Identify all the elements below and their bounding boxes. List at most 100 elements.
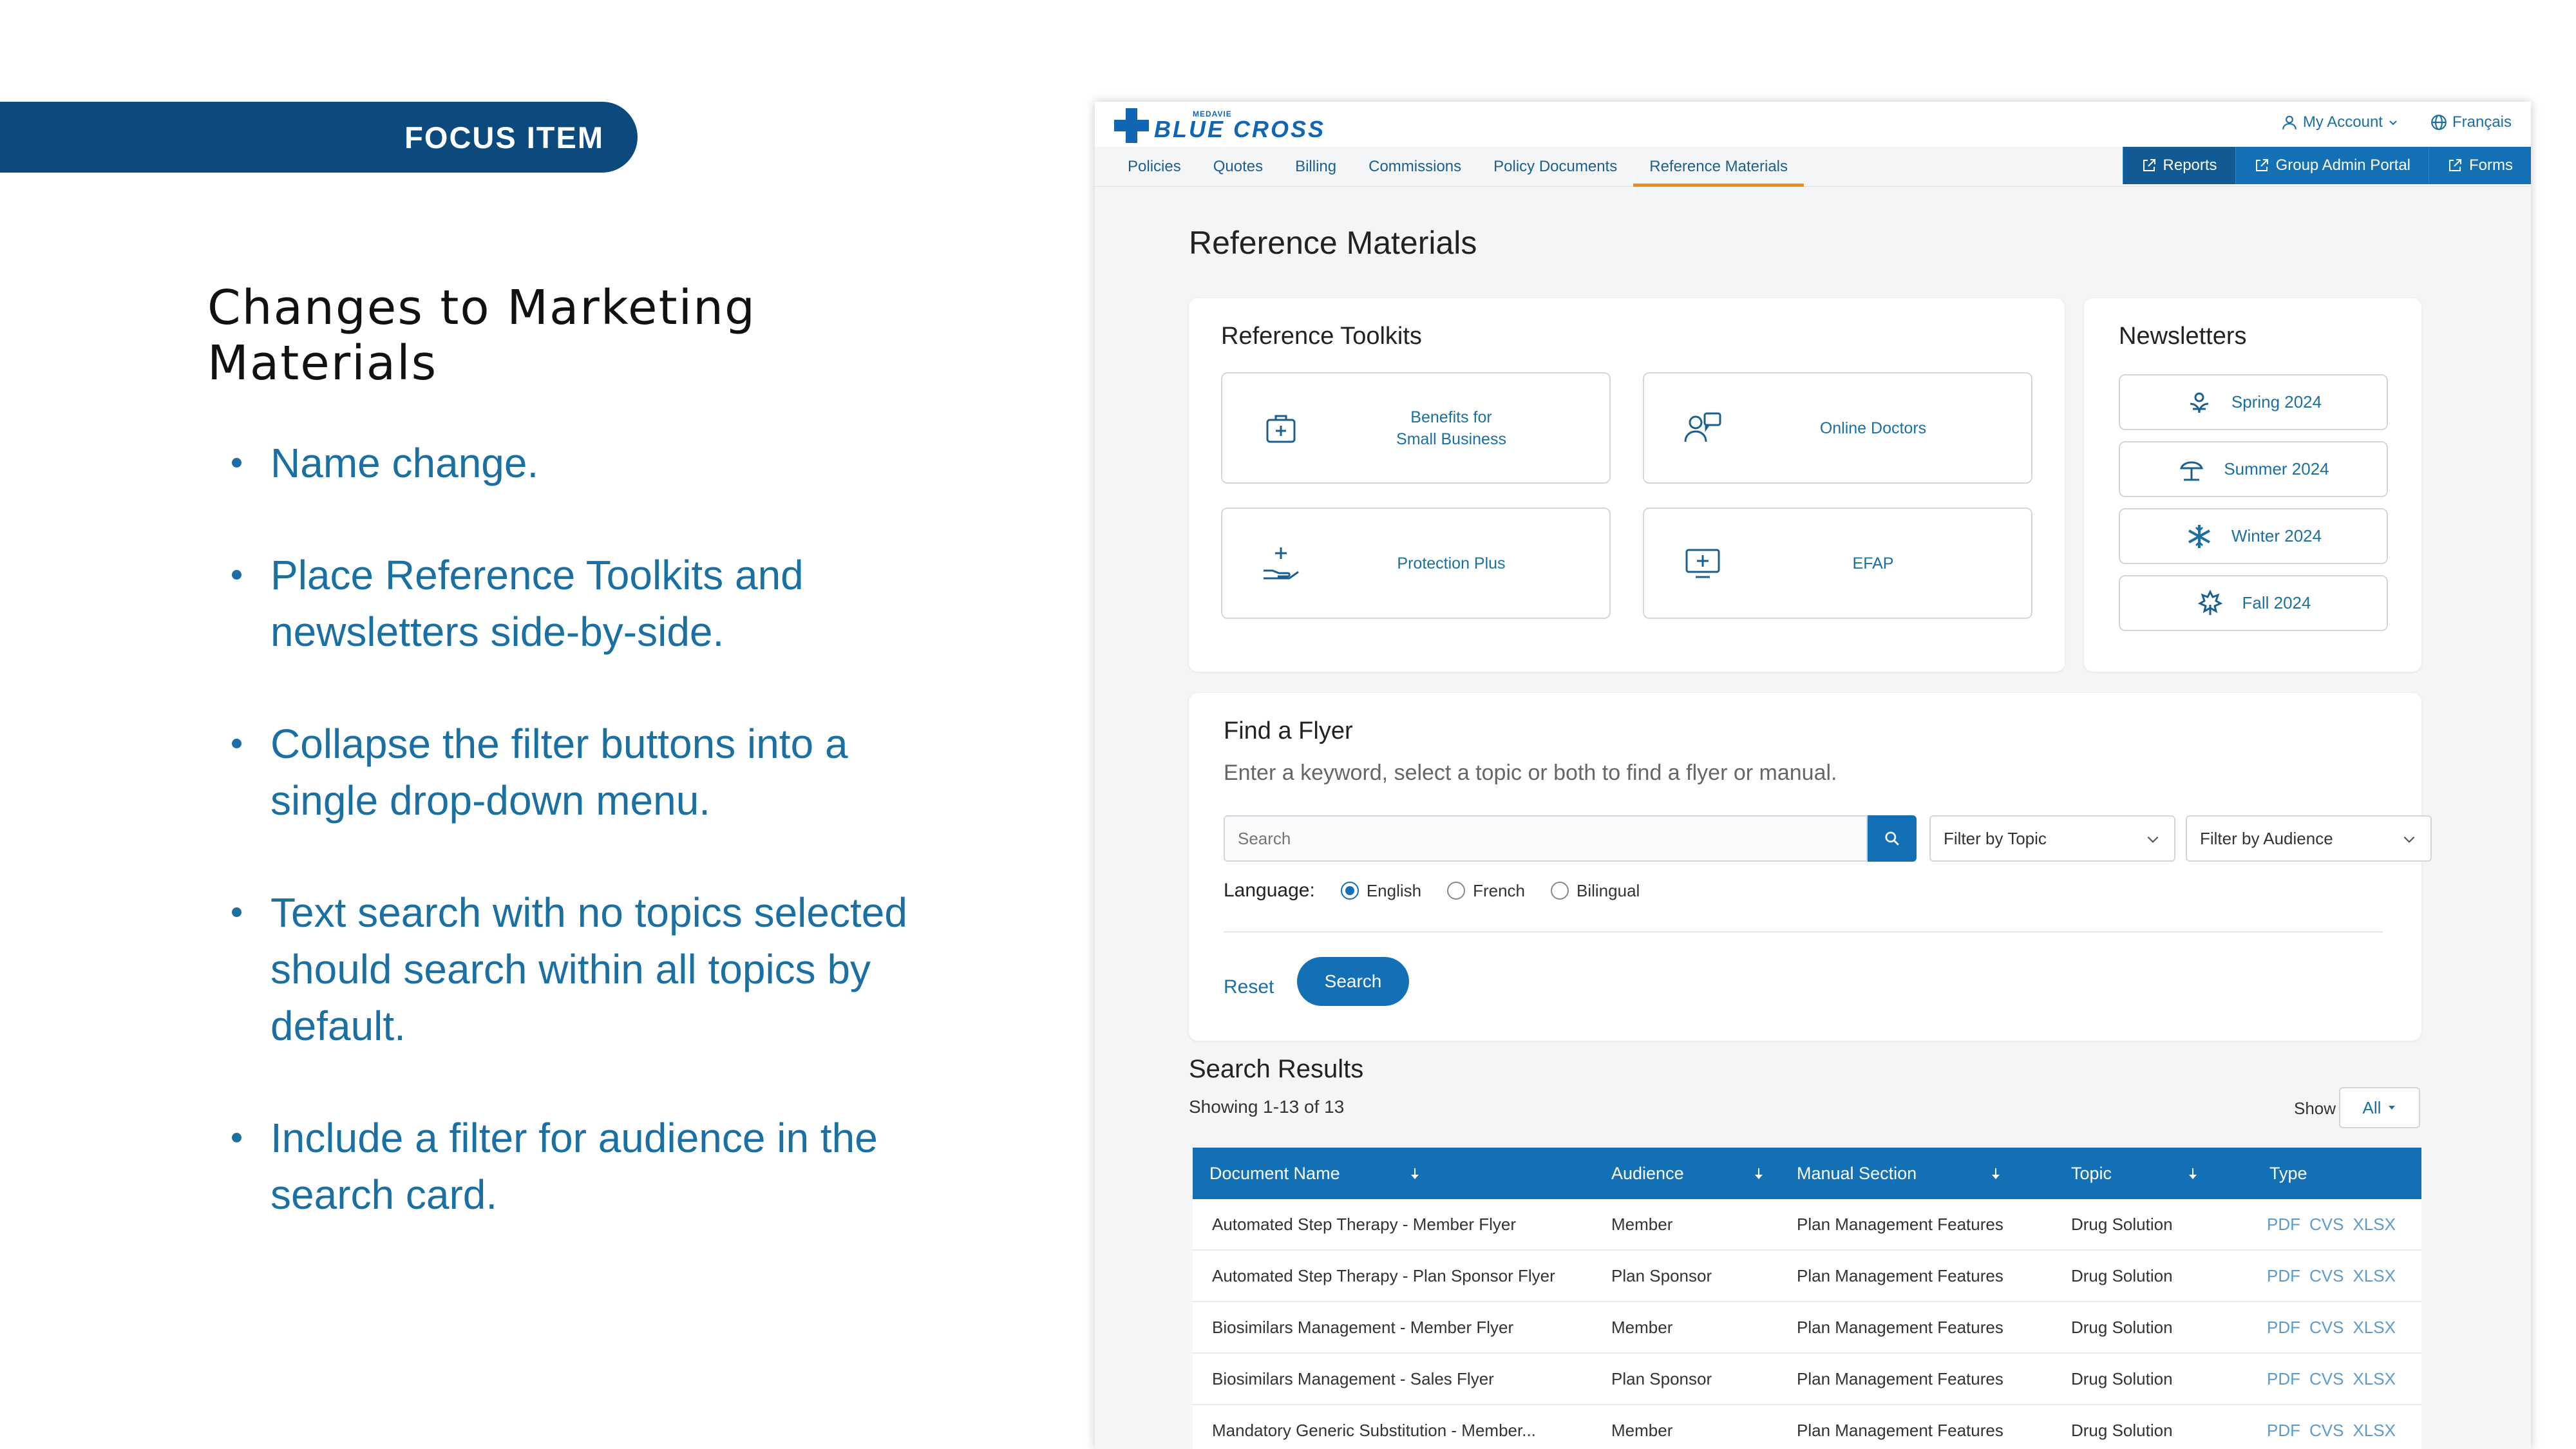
table-row[interactable]: Mandatory Generic Substitution - Member.… xyxy=(1193,1405,2421,1449)
first-aid-kit-icon xyxy=(1266,415,1296,442)
cell-manual-section: Plan Management Features xyxy=(1797,1421,2003,1440)
language-options: Language: English French Bilingual xyxy=(1224,880,1640,902)
nav-item-policies[interactable]: Policies xyxy=(1112,147,1197,187)
pdf-link[interactable]: PDF xyxy=(2267,1354,2300,1404)
table-row[interactable]: Automated Step Therapy - Plan Sponsor Fl… xyxy=(1193,1251,2421,1302)
forms-link[interactable]: Forms xyxy=(2429,147,2531,184)
toolkit-label-line: Benefits for xyxy=(1410,408,1492,426)
table-row[interactable]: Biosimilars Management - Member Flyer Me… xyxy=(1193,1302,2421,1354)
bullet-text: Collapse the filter buttons into a xyxy=(270,721,848,767)
monitor-cross-icon xyxy=(1685,549,1720,578)
cell-document-name: Automated Step Therapy - Member Flyer xyxy=(1212,1215,1517,1234)
external-link-icon xyxy=(2255,159,2268,171)
flyer-search-input[interactable] xyxy=(1224,815,1868,862)
reset-link[interactable]: Reset xyxy=(1224,976,1274,998)
search-icon-button[interactable] xyxy=(1868,815,1917,862)
cell-document-name: Biosimilars Management - Sales Flyer xyxy=(1212,1369,1494,1388)
language-radio-english[interactable]: English xyxy=(1340,880,1422,901)
external-links: Reports Group Admin Portal Forms xyxy=(2122,147,2531,184)
filter-by-topic-select[interactable]: Filter by Topic xyxy=(1929,815,2175,862)
pdf-link[interactable]: PDF xyxy=(2267,1302,2300,1352)
language-label: Language: xyxy=(1224,880,1315,901)
xlsx-link[interactable]: XLSX xyxy=(2353,1302,2396,1352)
cvs-link[interactable]: CVS xyxy=(2309,1251,2344,1301)
slide-title-line: Changes to Marketing xyxy=(207,280,757,336)
newsletter-label: Spring 2024 xyxy=(2231,392,2322,412)
group-admin-portal-link[interactable]: Group Admin Portal xyxy=(2235,147,2429,184)
column-header-manual-section[interactable]: Manual Section xyxy=(1797,1148,2016,1199)
slide-title-line: Materials xyxy=(207,336,438,391)
show-count-value: All xyxy=(2362,1097,2382,1117)
sort-icon xyxy=(1755,1168,1763,1179)
bullet-text: Text search with no topics selected xyxy=(270,889,907,936)
radio-label: English xyxy=(1366,880,1422,900)
cell-topic: Drug Solution xyxy=(2071,1215,2173,1234)
filter-topic-value: Filter by Topic xyxy=(1944,829,2047,848)
language-radio-bilingual[interactable]: Bilingual xyxy=(1551,881,1640,901)
bullet-dot-icon xyxy=(232,570,242,580)
logo-main-text: BLUE CROSS xyxy=(1154,116,1326,142)
cell-type: PDF CVS XLSX xyxy=(2267,1199,2396,1249)
newsletter-spring-2024[interactable]: Spring 2024 xyxy=(2119,374,2388,430)
language-label: Français xyxy=(2452,113,2512,131)
focus-item-tag: FOCUS ITEM xyxy=(0,102,638,173)
reports-link[interactable]: Reports xyxy=(2122,147,2235,184)
show-count-select[interactable]: All xyxy=(2339,1087,2420,1128)
column-header-topic[interactable]: Topic xyxy=(2071,1148,2226,1199)
blue-cross-logo-icon xyxy=(1114,108,1149,143)
language-radio-french[interactable]: French xyxy=(1447,881,1525,901)
toolkit-tile-online-doctors[interactable]: Online Doctors xyxy=(1643,372,2032,484)
nav-item-commissions[interactable]: Commissions xyxy=(1352,147,1477,187)
toolkit-tile-protection-plus[interactable]: Protection Plus xyxy=(1221,507,1611,619)
newsletter-summer-2024[interactable]: Summer 2024 xyxy=(2119,441,2388,497)
chevron-down-icon xyxy=(2389,120,2397,126)
nav-item-quotes[interactable]: Quotes xyxy=(1197,147,1279,187)
results-table: Document Name Audience Manual Section To… xyxy=(1193,1148,2421,1449)
logo-text: MEDAVIE BLUE CROSS xyxy=(1154,110,1325,141)
bullet-item: Name change. xyxy=(227,435,1032,491)
pdf-link[interactable]: PDF xyxy=(2267,1251,2300,1301)
search-button[interactable]: Search xyxy=(1297,957,1409,1006)
pdf-link[interactable]: PDF xyxy=(2267,1405,2300,1449)
nav-item-reference-materials[interactable]: Reference Materials xyxy=(1633,147,1804,187)
sort-icon xyxy=(2189,1168,2197,1179)
external-link-icon xyxy=(2143,159,2155,171)
filter-by-audience-select[interactable]: Filter by Audience xyxy=(2186,815,2432,862)
toolkit-tile-benefits-small-business[interactable]: Benefits for Small Business xyxy=(1221,372,1611,484)
my-account-menu[interactable]: My Account xyxy=(2281,113,2398,131)
language-toggle[interactable]: Français xyxy=(2430,113,2512,131)
cell-manual-section: Plan Management Features xyxy=(1797,1318,2003,1337)
xlsx-link[interactable]: XLSX xyxy=(2353,1251,2396,1301)
cell-audience: Member xyxy=(1611,1421,1673,1440)
xlsx-link[interactable]: XLSX xyxy=(2353,1199,2396,1249)
table-row[interactable]: Automated Step Therapy - Member Flyer Me… xyxy=(1193,1199,2421,1251)
newsletters-title: Newsletters xyxy=(2119,323,2247,350)
bullet-dot-icon xyxy=(232,907,242,917)
column-header-document-name[interactable]: Document Name xyxy=(1209,1148,1428,1199)
nav-item-billing[interactable]: Billing xyxy=(1279,147,1352,187)
toolkit-tile-efap[interactable]: EFAP xyxy=(1643,507,2032,619)
reference-toolkits-title: Reference Toolkits xyxy=(1221,323,1422,350)
xlsx-link[interactable]: XLSX xyxy=(2353,1405,2396,1449)
nav-item-policy-documents[interactable]: Policy Documents xyxy=(1477,147,1633,187)
newsletter-fall-2024[interactable]: Fall 2024 xyxy=(2119,575,2388,631)
xlsx-link[interactable]: XLSX xyxy=(2353,1354,2396,1404)
column-header-audience[interactable]: Audience xyxy=(1611,1148,1766,1199)
bullet-item: Include a filter for audience in the sear… xyxy=(227,1110,1032,1223)
cell-topic: Drug Solution xyxy=(2071,1369,2173,1388)
cvs-link[interactable]: CVS xyxy=(2309,1354,2344,1404)
cvs-link[interactable]: CVS xyxy=(2309,1302,2344,1352)
pdf-link[interactable]: PDF xyxy=(2267,1199,2300,1249)
cell-audience: Member xyxy=(1611,1318,1673,1337)
table-row[interactable]: Biosimilars Management - Sales Flyer Pla… xyxy=(1193,1354,2421,1405)
cell-document-name: Automated Step Therapy - Plan Sponsor Fl… xyxy=(1212,1266,1555,1285)
cvs-link[interactable]: CVS xyxy=(2309,1405,2344,1449)
caret-down-icon xyxy=(2389,1106,2396,1110)
hand-cross-icon xyxy=(1264,547,1299,579)
cvs-link[interactable]: CVS xyxy=(2309,1199,2344,1249)
logo[interactable]: MEDAVIE BLUE CROSS xyxy=(1114,108,1325,143)
maple-leaf-icon xyxy=(2197,589,2222,615)
newsletter-winter-2024[interactable]: Winter 2024 xyxy=(2119,508,2388,564)
radio-empty-icon xyxy=(1551,882,1569,900)
bullet-dot-icon xyxy=(232,739,242,748)
